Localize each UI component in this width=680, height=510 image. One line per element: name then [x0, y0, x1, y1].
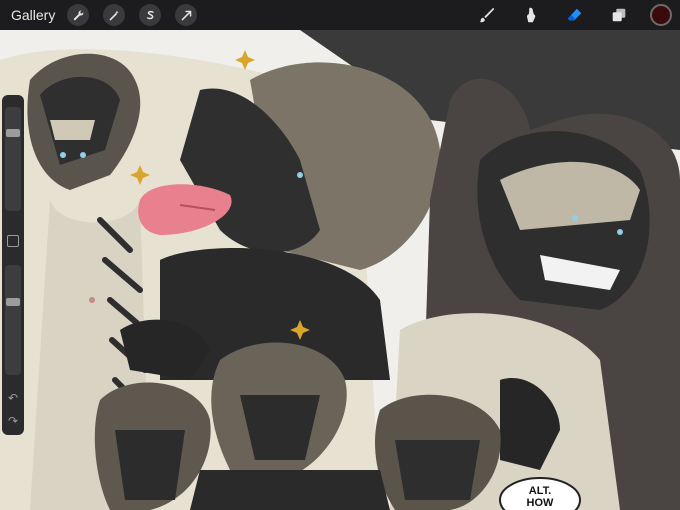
- artwork-illustration: [0, 30, 680, 510]
- redo-icon[interactable]: ↷: [5, 413, 21, 429]
- top-toolbar: Gallery: [0, 0, 680, 30]
- opacity-slider[interactable]: [5, 265, 21, 375]
- gallery-button[interactable]: Gallery: [11, 7, 55, 23]
- undo-icon[interactable]: ↶: [5, 390, 21, 406]
- brush-size-thumb[interactable]: [6, 129, 20, 137]
- brush-size-slider[interactable]: [5, 107, 21, 211]
- actions-wrench-icon[interactable]: [67, 4, 90, 26]
- drawing-canvas[interactable]: ALT. HOW: [0, 30, 680, 510]
- brush-sidebar: ↶ ↷: [2, 95, 24, 435]
- opacity-thumb[interactable]: [6, 298, 20, 306]
- smudge-icon[interactable]: [518, 2, 544, 28]
- layers-icon[interactable]: [606, 2, 632, 28]
- speech-bubble-text: ALT. HOW: [526, 485, 554, 509]
- brush-icon[interactable]: [474, 2, 500, 28]
- current-color-swatch[interactable]: [650, 4, 672, 26]
- modify-button[interactable]: [7, 235, 19, 247]
- transform-arrow-icon[interactable]: [175, 4, 198, 26]
- eraser-icon[interactable]: [562, 2, 588, 28]
- adjustments-wand-icon[interactable]: [103, 4, 126, 26]
- selection-s-icon[interactable]: [139, 4, 162, 26]
